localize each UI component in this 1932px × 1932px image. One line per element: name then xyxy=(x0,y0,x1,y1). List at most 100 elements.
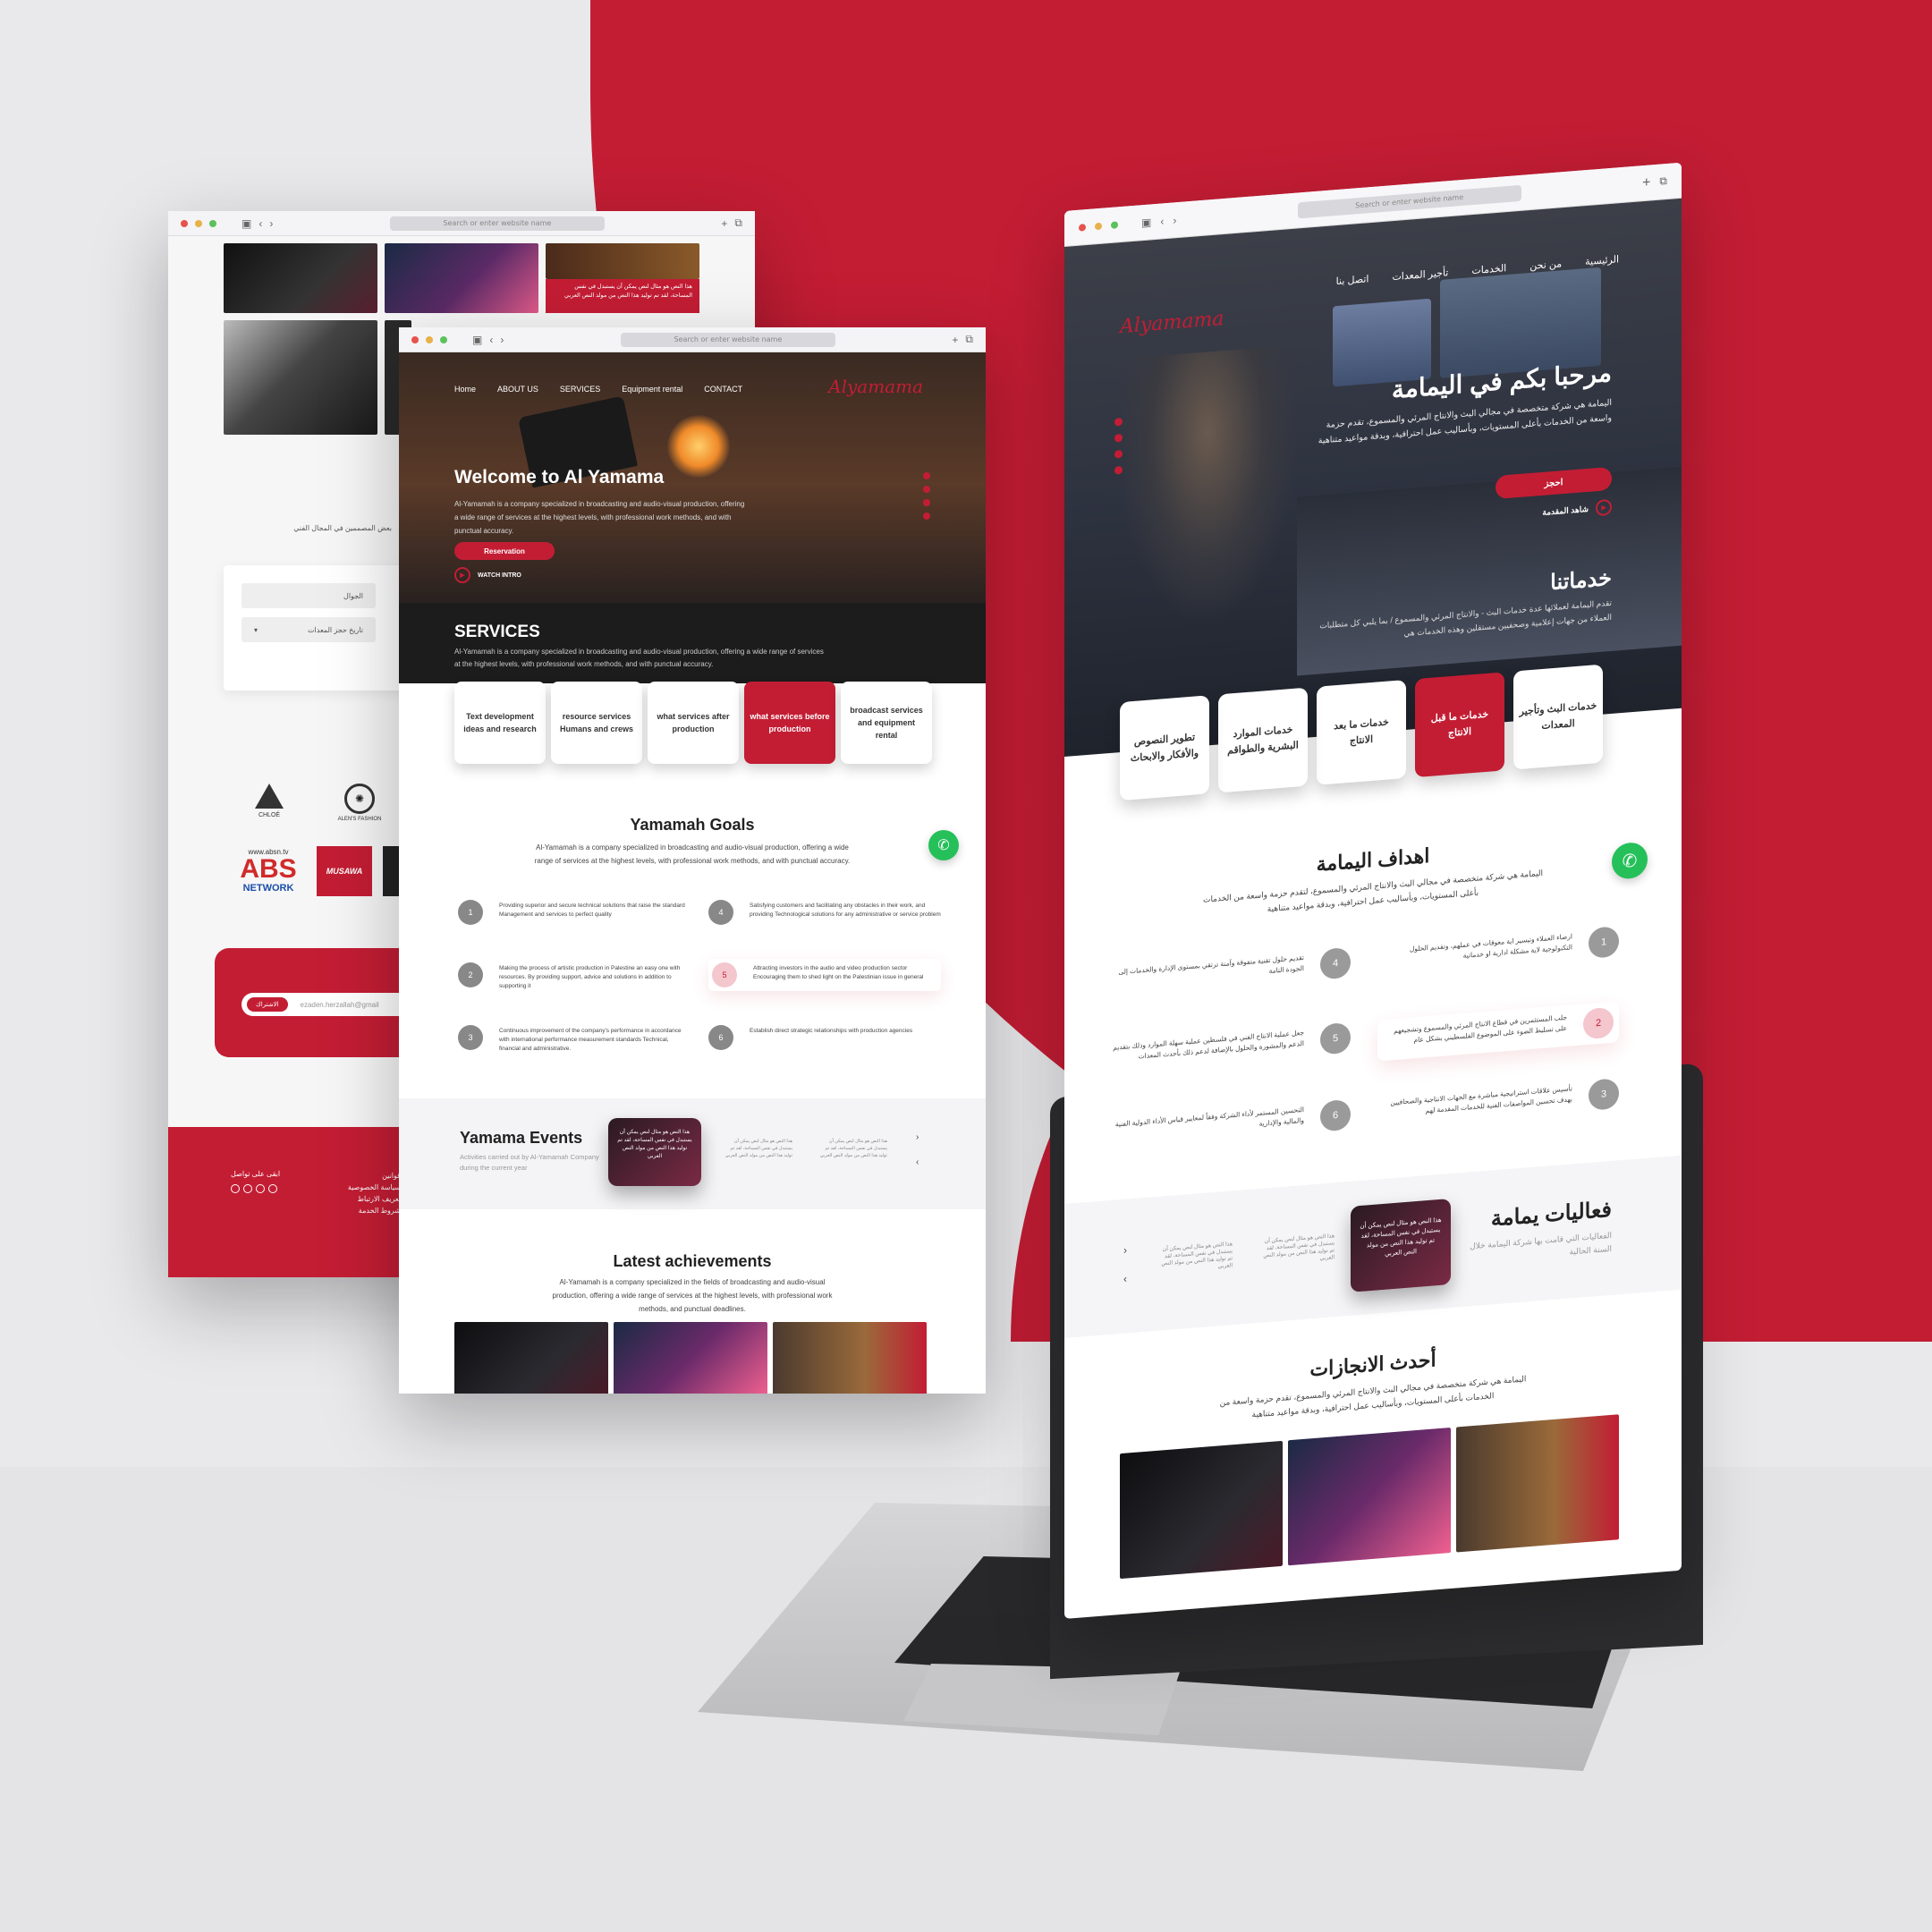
footer-link-terms[interactable]: شروط الخدمة xyxy=(320,1205,401,1216)
achievement-image-camera[interactable] xyxy=(454,1322,608,1394)
tabs-icon[interactable]: ⧉ xyxy=(965,333,973,346)
instagram-icon[interactable] xyxy=(1114,433,1123,443)
next-arrow-icon[interactable]: › xyxy=(1123,1243,1127,1256)
reservation-button[interactable]: Reservation xyxy=(454,542,555,560)
event-card-faded[interactable]: هذا النص هو مثال لنص يمكن أن يستبدل في ن… xyxy=(721,1138,792,1159)
achievement-image-office[interactable] xyxy=(1456,1414,1619,1553)
facebook-icon[interactable] xyxy=(256,1184,265,1193)
service-card-broadcast-rental[interactable]: خدمات البث وتأجير المعدات xyxy=(1513,664,1603,770)
forward-arrow-icon[interactable]: › xyxy=(1173,214,1176,226)
nav-contact[interactable]: اتصل بنا xyxy=(1336,273,1369,287)
twitter-icon[interactable] xyxy=(1114,417,1123,427)
whatsapp-icon[interactable] xyxy=(268,1184,277,1193)
date-select[interactable]: ▾ تاريخ حجز المعدات xyxy=(242,617,376,642)
forward-arrow-icon[interactable]: › xyxy=(269,217,273,230)
new-tab-icon[interactable]: + xyxy=(952,334,958,346)
service-card-text-development[interactable]: Text development ideas and research xyxy=(454,682,546,764)
nav-equipment-rental[interactable]: Equipment rental xyxy=(622,385,682,394)
achievement-image-rig[interactable] xyxy=(1288,1428,1451,1566)
nav-services[interactable]: SERVICES xyxy=(560,385,600,394)
whatsapp-float-icon[interactable]: ✆ xyxy=(1612,841,1648,880)
sidebar-icon[interactable]: ▣ xyxy=(472,334,482,346)
client-logo-musawa: MUSAWA xyxy=(317,846,372,896)
youtube-icon[interactable] xyxy=(923,513,930,520)
twitter-icon[interactable] xyxy=(923,472,930,479)
instagram-icon[interactable] xyxy=(923,486,930,493)
maximize-dot[interactable] xyxy=(209,219,216,227)
twitter-icon[interactable] xyxy=(231,1184,240,1193)
minimize-dot[interactable] xyxy=(426,335,433,343)
service-card-post-production[interactable]: what services after production xyxy=(648,682,739,764)
forward-arrow-icon[interactable]: › xyxy=(500,334,504,346)
achievement-image-camera[interactable] xyxy=(1120,1440,1283,1580)
event-card-faded[interactable]: هذا النص هو مثال لنص يمكن أن يستبدل في ن… xyxy=(816,1138,887,1159)
new-tab-icon[interactable]: + xyxy=(1642,174,1650,191)
close-dot[interactable] xyxy=(181,219,188,227)
goal-text: Satisfying customers and facilitating an… xyxy=(750,902,941,918)
service-card-pre-production[interactable]: what services before production xyxy=(744,682,835,764)
minimize-dot[interactable] xyxy=(195,219,202,227)
tabs-icon[interactable]: ⧉ xyxy=(1659,174,1667,189)
hero-title: Welcome to Al Yamama xyxy=(454,467,665,487)
sunset-sun xyxy=(667,415,730,478)
maximize-dot[interactable] xyxy=(440,335,447,343)
service-card-pre-production[interactable]: خدمات ما قبل الانتاج xyxy=(1415,672,1504,778)
next-arrow-icon[interactable]: › xyxy=(916,1132,919,1142)
goal-number: 6 xyxy=(708,1025,733,1050)
phone-field-label: الجوال xyxy=(343,591,363,600)
abs-network-text: NETWORK xyxy=(242,883,294,894)
goal-text: تقديم حلول تقنية متفوقة وآمنة ترتقي بمست… xyxy=(1118,953,1304,977)
facebook-icon[interactable] xyxy=(923,499,930,506)
event-card-faded[interactable]: هذا النص هو مثال لنص يمكن أن يستبدل في ن… xyxy=(1263,1233,1335,1267)
services-band xyxy=(399,603,986,683)
url-placeholder: Search or enter website name xyxy=(1355,192,1464,210)
achievements-text: Al-Yamamah is a company specialized in t… xyxy=(552,1278,833,1313)
service-card-human-resources[interactable]: خدمات الموارد البشرية والطواقم xyxy=(1218,687,1308,793)
event-card[interactable]: هذا النص هو مثال لنص يمكن أن يستبدل في ن… xyxy=(1351,1199,1451,1292)
minimize-dot[interactable] xyxy=(1095,222,1102,230)
service-card-human-resources[interactable]: resource services Humans and crews xyxy=(551,682,642,764)
service-card-post-production[interactable]: خدمات ما بعد الانتاج xyxy=(1317,679,1406,785)
watch-intro-link[interactable]: ▶ WATCH INTRO xyxy=(454,567,521,583)
sidebar-icon[interactable]: ▣ xyxy=(242,217,251,230)
goal-number: 1 xyxy=(458,900,483,925)
whatsapp-float-icon[interactable]: ✆ xyxy=(928,830,959,860)
chloe-logo-text: CHLOÉ xyxy=(258,812,281,818)
footer-link-cookies[interactable]: تعريف الارتباط xyxy=(320,1193,401,1205)
achievement-image-office[interactable] xyxy=(773,1322,927,1394)
prev-arrow-icon[interactable]: ‹ xyxy=(916,1157,919,1167)
back-arrow-icon[interactable]: ‹ xyxy=(258,217,262,230)
goal-number: 3 xyxy=(458,1025,483,1050)
new-tab-icon[interactable]: + xyxy=(721,217,727,230)
close-dot[interactable] xyxy=(411,335,419,343)
event-card[interactable]: هذا النص هو مثال لنص يمكن أن يستبدل في ن… xyxy=(608,1118,701,1186)
instagram-icon[interactable] xyxy=(243,1184,252,1193)
phone-field[interactable]: الجوال xyxy=(242,583,376,608)
url-bar[interactable]: Search or enter website name xyxy=(389,216,605,231)
back-arrow-icon[interactable]: ‹ xyxy=(1160,215,1164,227)
youtube-icon[interactable] xyxy=(1114,465,1123,475)
sidebar-icon[interactable]: ▣ xyxy=(1141,216,1151,229)
nav-home[interactable]: الرئيسية xyxy=(1585,253,1619,267)
service-card-broadcast-rental[interactable]: broadcast services and equipment rental xyxy=(841,682,932,764)
play-icon: ▶ xyxy=(1596,498,1612,517)
browser-window-english: ▣ ‹ › Search or enter website name + ⧉ H… xyxy=(399,327,986,1394)
footer-link-privacy[interactable]: سياسة الخصوصية xyxy=(320,1182,401,1193)
nav-about[interactable]: ABOUT US xyxy=(497,385,538,394)
service-card-text-development[interactable]: تطوير النصوص والأفكار والابحاث xyxy=(1120,695,1209,801)
close-dot[interactable] xyxy=(1079,223,1086,232)
logo[interactable]: Alyamama xyxy=(1120,308,1224,338)
event-card-faded[interactable]: هذا النص هو مثال لنص يمكن أن يستبدل في ن… xyxy=(1161,1241,1233,1275)
url-bar[interactable]: Search or enter website name xyxy=(620,332,835,347)
nav-home[interactable]: Home xyxy=(454,385,476,394)
maximize-dot[interactable] xyxy=(1111,220,1118,229)
prev-arrow-icon[interactable]: ‹ xyxy=(1123,1272,1127,1284)
goal-item-6: 6 Establish direct strategic relationship… xyxy=(708,1025,941,1050)
facebook-icon[interactable] xyxy=(1114,449,1123,459)
back-arrow-icon[interactable]: ‹ xyxy=(489,334,493,346)
logo[interactable]: Alyamama xyxy=(828,376,923,397)
achievement-image-rig[interactable] xyxy=(614,1322,767,1394)
subscribe-button[interactable]: الاشتراك xyxy=(247,997,288,1012)
nav-contact[interactable]: CONTACT xyxy=(704,385,742,394)
tabs-icon[interactable]: ⧉ xyxy=(734,216,742,230)
